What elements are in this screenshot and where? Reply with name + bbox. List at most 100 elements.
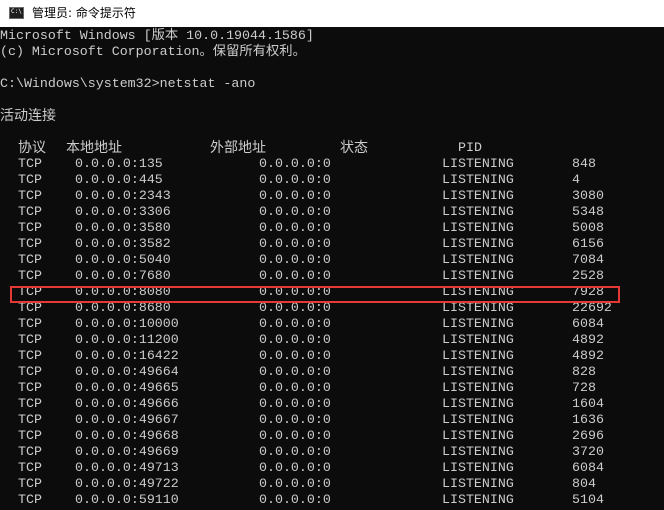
cell-proto: TCP bbox=[18, 444, 42, 459]
cell-state: LISTENING bbox=[442, 204, 514, 219]
cell-state: LISTENING bbox=[442, 252, 514, 267]
header-foreign-address: 外部地址 bbox=[210, 140, 266, 156]
header-pid: PID bbox=[458, 140, 482, 155]
cell-state: LISTENING bbox=[442, 284, 514, 299]
cell-foreign-address: 0.0.0.0:0 bbox=[259, 316, 331, 331]
cell-state: LISTENING bbox=[442, 188, 514, 203]
cell-foreign-address: 0.0.0.0:0 bbox=[259, 412, 331, 427]
cell-state: LISTENING bbox=[442, 220, 514, 235]
cell-local-address: 0.0.0.0:3306 bbox=[75, 204, 171, 219]
cell-pid: 3720 bbox=[572, 444, 604, 459]
console-output[interactable]: Microsoft Windows [版本 10.0.19044.1586] (… bbox=[0, 27, 664, 510]
cell-state: LISTENING bbox=[442, 380, 514, 395]
cell-proto: TCP bbox=[18, 396, 42, 411]
cell-foreign-address: 0.0.0.0:0 bbox=[259, 236, 331, 251]
cell-local-address: 0.0.0.0:49664 bbox=[75, 364, 179, 379]
cell-local-address: 0.0.0.0:2343 bbox=[75, 188, 171, 203]
table-row: TCP 0.0.0.0:3306 0.0.0.0:0 LISTENING 5348 bbox=[0, 204, 664, 220]
title-bar[interactable]: C:\ 管理员: 命令提示符 bbox=[0, 0, 664, 27]
cell-proto: TCP bbox=[18, 348, 42, 363]
cell-local-address: 0.0.0.0:49713 bbox=[75, 460, 179, 475]
cell-pid: 3080 bbox=[572, 188, 604, 203]
cell-proto: TCP bbox=[18, 364, 42, 379]
cell-foreign-address: 0.0.0.0:0 bbox=[259, 348, 331, 363]
cell-pid: 2696 bbox=[572, 428, 604, 443]
table-row: TCP 0.0.0.0:49722 0.0.0.0:0 LISTENING 804 bbox=[0, 476, 664, 492]
cell-foreign-address: 0.0.0.0:0 bbox=[259, 460, 331, 475]
cell-pid: 1604 bbox=[572, 396, 604, 411]
cell-local-address: 0.0.0.0:7680 bbox=[75, 268, 171, 283]
cell-proto: TCP bbox=[18, 252, 42, 267]
cell-state: LISTENING bbox=[442, 172, 514, 187]
cell-foreign-address: 0.0.0.0:0 bbox=[259, 284, 331, 299]
cell-foreign-address: 0.0.0.0:0 bbox=[259, 332, 331, 347]
cell-pid: 6156 bbox=[572, 236, 604, 251]
cell-proto: TCP bbox=[18, 268, 42, 283]
cell-proto: TCP bbox=[18, 428, 42, 443]
cmd-icon-glyph: C:\ bbox=[11, 8, 22, 15]
table-row: TCP 0.0.0.0:445 0.0.0.0:0 LISTENING 4 bbox=[0, 172, 664, 188]
cell-state: LISTENING bbox=[442, 268, 514, 283]
cell-state: LISTENING bbox=[442, 396, 514, 411]
cell-state: LISTENING bbox=[442, 332, 514, 347]
cell-local-address: 0.0.0.0:59110 bbox=[75, 492, 179, 507]
table-row: TCP 0.0.0.0:3580 0.0.0.0:0 LISTENING 5008 bbox=[0, 220, 664, 236]
cell-foreign-address: 0.0.0.0:0 bbox=[259, 396, 331, 411]
cell-foreign-address: 0.0.0.0:0 bbox=[259, 380, 331, 395]
cell-foreign-address: 0.0.0.0:0 bbox=[259, 364, 331, 379]
cell-pid: 728 bbox=[572, 380, 596, 395]
cell-proto: TCP bbox=[18, 156, 42, 171]
cell-local-address: 0.0.0.0:49722 bbox=[75, 476, 179, 491]
cell-local-address: 0.0.0.0:10000 bbox=[75, 316, 179, 331]
header-local-address: 本地地址 bbox=[66, 140, 122, 156]
cell-proto: TCP bbox=[18, 332, 42, 347]
cell-pid: 2528 bbox=[572, 268, 604, 283]
cell-proto: TCP bbox=[18, 476, 42, 491]
cell-local-address: 0.0.0.0:49667 bbox=[75, 412, 179, 427]
section-title: 活动连接 bbox=[0, 108, 56, 124]
table-row-highlighted: TCP 0.0.0.0:8080 0.0.0.0:0 LISTENING 7928 bbox=[0, 284, 664, 300]
cell-foreign-address: 0.0.0.0:0 bbox=[259, 476, 331, 491]
cell-state: LISTENING bbox=[442, 300, 514, 315]
cell-pid: 4892 bbox=[572, 332, 604, 347]
cell-pid: 828 bbox=[572, 364, 596, 379]
cell-proto: TCP bbox=[18, 460, 42, 475]
cell-pid: 4 bbox=[572, 172, 580, 187]
cell-foreign-address: 0.0.0.0:0 bbox=[259, 300, 331, 315]
cell-local-address: 0.0.0.0:3580 bbox=[75, 220, 171, 235]
window-title: 管理员: 命令提示符 bbox=[32, 6, 136, 20]
cell-pid: 1636 bbox=[572, 412, 604, 427]
cell-pid: 6084 bbox=[572, 460, 604, 475]
cell-foreign-address: 0.0.0.0:0 bbox=[259, 204, 331, 219]
cell-proto: TCP bbox=[18, 316, 42, 331]
table-row: TCP 0.0.0.0:49664 0.0.0.0:0 LISTENING 828 bbox=[0, 364, 664, 380]
cell-pid: 22692 bbox=[572, 300, 612, 315]
cell-proto: TCP bbox=[18, 492, 42, 507]
cell-foreign-address: 0.0.0.0:0 bbox=[259, 172, 331, 187]
cell-state: LISTENING bbox=[442, 476, 514, 491]
cell-proto: TCP bbox=[18, 284, 42, 299]
table-row: TCP 0.0.0.0:5040 0.0.0.0:0 LISTENING 7084 bbox=[0, 252, 664, 268]
cell-local-address: 0.0.0.0:49666 bbox=[75, 396, 179, 411]
banner-line-version: Microsoft Windows [版本 10.0.19044.1586] bbox=[0, 28, 314, 43]
table-row: TCP 0.0.0.0:49666 0.0.0.0:0 LISTENING 1604 bbox=[0, 396, 664, 412]
table-row: TCP 0.0.0.0:16422 0.0.0.0:0 LISTENING 4892 bbox=[0, 348, 664, 364]
table-row: TCP 0.0.0.0:59110 0.0.0.0:0 LISTENING 5104 bbox=[0, 492, 664, 508]
cell-state: LISTENING bbox=[442, 492, 514, 507]
cell-local-address: 0.0.0.0:49665 bbox=[75, 380, 179, 395]
cell-state: LISTENING bbox=[442, 316, 514, 331]
cell-pid: 4892 bbox=[572, 348, 604, 363]
cell-foreign-address: 0.0.0.0:0 bbox=[259, 428, 331, 443]
cell-proto: TCP bbox=[18, 220, 42, 235]
table-row: TCP 0.0.0.0:11200 0.0.0.0:0 LISTENING 4892 bbox=[0, 332, 664, 348]
cell-state: LISTENING bbox=[442, 348, 514, 363]
cell-local-address: 0.0.0.0:8680 bbox=[75, 300, 171, 315]
cell-pid: 6084 bbox=[572, 316, 604, 331]
cell-proto: TCP bbox=[18, 412, 42, 427]
table-row: TCP 0.0.0.0:10000 0.0.0.0:0 LISTENING 6084 bbox=[0, 316, 664, 332]
cell-foreign-address: 0.0.0.0:0 bbox=[259, 156, 331, 171]
cell-foreign-address: 0.0.0.0:0 bbox=[259, 188, 331, 203]
cell-state: LISTENING bbox=[442, 412, 514, 427]
cell-foreign-address: 0.0.0.0:0 bbox=[259, 268, 331, 283]
header-state: 状态 bbox=[340, 140, 368, 156]
